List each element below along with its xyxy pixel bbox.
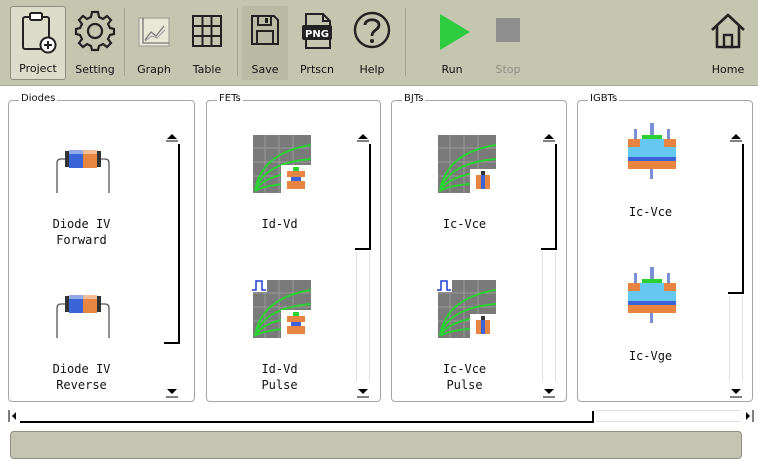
scroll-track[interactable] [542, 252, 556, 382]
stop-icon [496, 18, 520, 42]
scroll-left-arrow-icon[interactable] [8, 409, 20, 423]
run-button[interactable]: Run [424, 6, 480, 80]
chart-icon [138, 17, 170, 47]
save-button[interactable]: Save [242, 6, 288, 80]
question-icon [353, 11, 391, 49]
status-bar [10, 431, 742, 459]
toolbar-separator [124, 8, 125, 76]
fet-pulse-curve-icon [251, 278, 311, 338]
horizontal-scrollbar[interactable] [8, 407, 756, 425]
home-button[interactable]: Home [704, 6, 752, 80]
table-label: Table [192, 63, 222, 76]
scroll-up-arrow-icon[interactable] [728, 130, 744, 142]
stop-label: Stop [495, 63, 521, 76]
scroll-track[interactable] [356, 252, 370, 382]
project-label: Project [19, 62, 57, 75]
scroll-down-arrow-icon[interactable] [164, 386, 180, 398]
item-caption: Id-Vd Pulse [261, 362, 298, 392]
setting-button[interactable]: Setting [70, 6, 120, 80]
graph-button[interactable]: Graph [130, 6, 178, 80]
scroll-right-arrow-icon[interactable] [742, 409, 754, 423]
igbt-icon [628, 123, 676, 179]
item-caption: Id-Vd [261, 217, 298, 231]
igbt-icon [628, 267, 676, 323]
scroll-thumb[interactable] [742, 144, 744, 294]
bjt-pulse-curve-icon [436, 278, 496, 338]
fets-vertical-scrollbar[interactable] [355, 130, 371, 400]
fet-curve-icon [253, 135, 311, 193]
scroll-track[interactable] [596, 410, 740, 422]
scroll-thumb-edge [355, 248, 371, 250]
grid-icon [192, 15, 222, 47]
scroll-down-arrow-icon[interactable] [728, 386, 744, 398]
gear-icon [74, 10, 116, 52]
png-file-icon: PNG [302, 13, 332, 49]
png-badge-text: PNG [305, 29, 329, 40]
igbts-vertical-scrollbar[interactable] [728, 130, 744, 400]
setting-label: Setting [75, 63, 115, 76]
stop-button[interactable]: Stop [484, 6, 532, 80]
item-id-vd-pulse[interactable]: Id-Vd Pulse [207, 246, 352, 392]
home-icon [711, 13, 745, 49]
group-bjts: BJTs Ic-Vce Ic-Vce Pulse [391, 92, 567, 402]
scroll-thumb[interactable] [20, 421, 594, 423]
floppy-icon [251, 15, 279, 45]
scroll-thumb-edge [541, 248, 557, 250]
group-igbts: IGBTs Ic-Vce Ic-Vge [577, 92, 753, 402]
scroll-up-arrow-icon[interactable] [541, 130, 557, 142]
item-caption: Ic-Vce Pulse [442, 362, 487, 392]
bjt-curve-icon [438, 135, 496, 193]
diode-icon [56, 295, 110, 338]
run-label: Run [441, 63, 463, 76]
group-diodes: Diodes Diode IV Forward Diode IV Reverse [8, 92, 195, 402]
toolbar-separator [405, 8, 406, 76]
scroll-up-arrow-icon[interactable] [355, 130, 371, 142]
play-icon [440, 14, 470, 50]
item-igbt-ic-vce[interactable]: Ic-Vce [578, 89, 723, 229]
project-button[interactable]: Project [10, 6, 66, 80]
help-button[interactable]: Help [346, 6, 398, 80]
scroll-down-arrow-icon[interactable] [355, 386, 371, 398]
item-diode-iv-reverse[interactable]: Diode IV Reverse [9, 246, 154, 392]
home-label: Home [711, 63, 745, 76]
prtscn-label: Prtscn [299, 63, 335, 76]
toolbar-separator [237, 8, 238, 76]
item-ic-vce-pulse[interactable]: Ic-Vce Pulse [392, 246, 537, 392]
prtscn-button[interactable]: PNG Prtscn [292, 6, 342, 80]
scroll-thumb-edge [164, 342, 180, 344]
diodes-vertical-scrollbar[interactable] [164, 130, 180, 400]
scroll-down-arrow-icon[interactable] [541, 386, 557, 398]
item-caption: Ic-Vce [442, 217, 487, 231]
scroll-thumb-edge [728, 292, 744, 294]
scroll-thumb-edge [592, 411, 594, 423]
item-caption: Diode IV Forward [52, 217, 111, 247]
scroll-thumb[interactable] [178, 144, 180, 344]
toolbar: Project Setting Graph Table Save PNG Prt… [0, 0, 758, 86]
item-caption: Ic-Vce [628, 205, 673, 219]
table-button[interactable]: Table [182, 6, 232, 80]
measurement-panels: Diodes Diode IV Forward Diode IV Reverse… [8, 91, 756, 407]
group-fets: FETs Id-Vd Id-Vd Pulse [206, 92, 381, 402]
clipboard-add-icon [22, 12, 57, 54]
bjts-vertical-scrollbar[interactable] [541, 130, 557, 400]
item-caption: Diode IV Reverse [52, 362, 111, 392]
item-ic-vce[interactable]: Ic-Vce [392, 101, 537, 241]
scroll-thumb[interactable] [555, 144, 557, 250]
scroll-track[interactable] [729, 296, 743, 382]
item-id-vd[interactable]: Id-Vd [207, 101, 352, 241]
diode-icon [56, 150, 110, 193]
save-label: Save [251, 63, 279, 76]
help-label: Help [359, 63, 385, 76]
graph-label: Graph [137, 63, 171, 76]
item-diode-iv-forward[interactable]: Diode IV Forward [9, 101, 154, 247]
scroll-up-arrow-icon[interactable] [164, 130, 180, 142]
scroll-thumb[interactable] [369, 144, 371, 250]
item-igbt-ic-vge[interactable]: Ic-Vge [578, 233, 723, 373]
item-caption: Ic-Vge [628, 349, 673, 363]
